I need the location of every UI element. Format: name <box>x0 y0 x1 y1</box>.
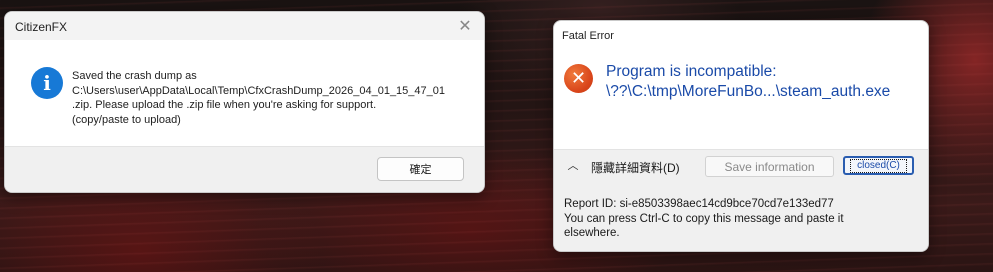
citizenfx-title: CitizenFX <box>15 20 68 34</box>
details-line: You can press Ctrl-C to copy this messag… <box>564 212 844 225</box>
fatal-error-title: Fatal Error <box>562 30 614 42</box>
message-line: .zip. Please upload the .zip file when y… <box>72 99 377 111</box>
info-icon: i <box>31 67 63 99</box>
error-icon: ✕ <box>564 64 593 93</box>
citizenfx-titlebar[interactable]: CitizenFX ✕ <box>5 12 484 40</box>
chevron-up-icon[interactable]: ︿ <box>566 158 580 172</box>
citizenfx-footer: 確定 <box>5 146 484 192</box>
details-panel: Report ID: si-e8503398aec14cd9bce70cd7e1… <box>554 183 928 251</box>
details-text: Report ID: si-e8503398aec14cd9bce70cd7e1… <box>564 197 919 241</box>
report-id: Report ID: si-e8503398aec14cd9bce70cd7e1… <box>564 198 834 210</box>
message-line: (copy/paste to upload) <box>72 113 181 126</box>
heading-line: \??\C:\tmp\MoreFunBo...\steam_auth.exe <box>606 83 891 100</box>
heading-line: Program is incompatible: <box>606 63 777 80</box>
fatal-error-dialog: Fatal Error ✕ Program is incompatible: \… <box>553 20 929 252</box>
button-bar: ︿ 隱藏詳細資料(D) Save information closed(C) <box>554 149 928 184</box>
citizenfx-dialog: CitizenFX ✕ i Saved the crash dump as C:… <box>4 11 485 193</box>
crash-dump-message: Saved the crash dump as C:\Users\user\Ap… <box>72 69 467 127</box>
ok-button[interactable]: 確定 <box>377 157 464 181</box>
message-line: Saved the crash dump as <box>72 70 197 82</box>
error-heading: Program is incompatible: \??\C:\tmp\More… <box>606 62 926 102</box>
hide-details-toggle[interactable]: 隱藏詳細資料(D) <box>591 159 680 176</box>
closed-button-label: closed(C) <box>850 158 907 173</box>
closed-button[interactable]: closed(C) <box>843 156 914 175</box>
details-line: elsewhere. <box>564 227 620 239</box>
close-icon[interactable]: ✕ <box>454 15 476 37</box>
save-information-button[interactable]: Save information <box>705 156 834 177</box>
message-line: C:\Users\user\AppData\Local\Temp\CfxCras… <box>72 84 446 97</box>
